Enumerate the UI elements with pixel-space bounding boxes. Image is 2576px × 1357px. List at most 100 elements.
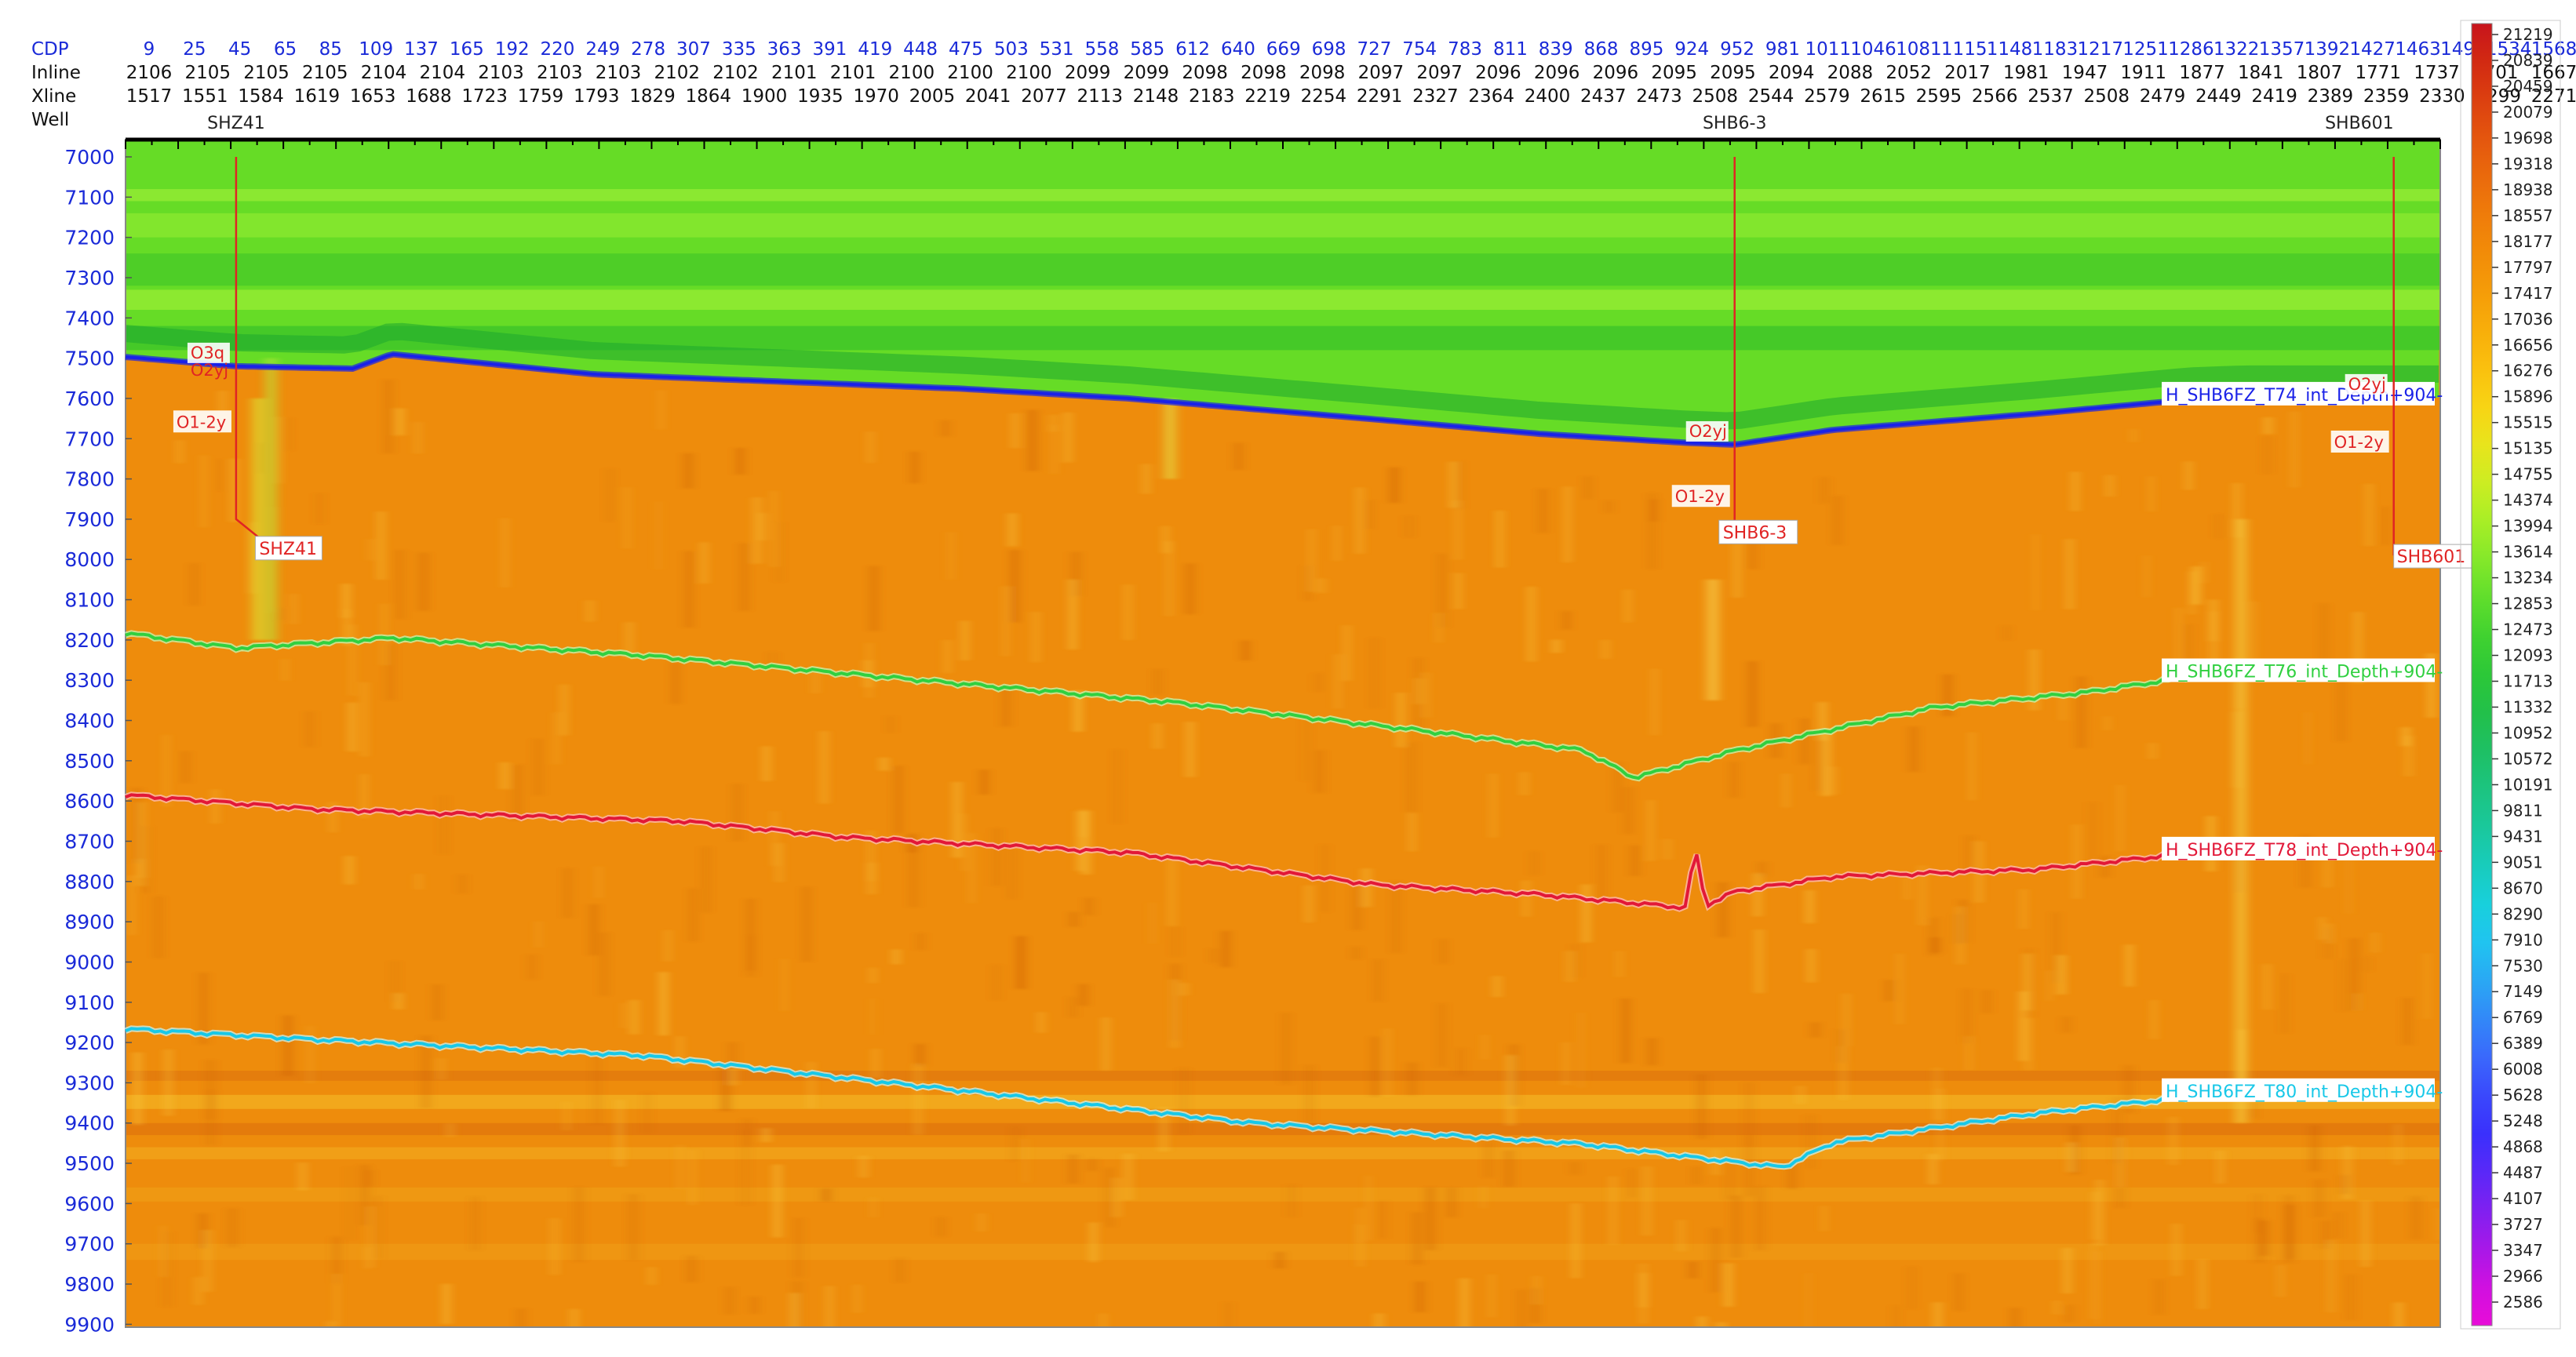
texture-streak <box>2265 436 2269 475</box>
horizon-label[interactable]: H_SHB6FZ_T74_int_Depth+904- <box>2162 381 2443 406</box>
texture-streak <box>129 875 134 936</box>
texture-streak <box>1642 1263 1645 1324</box>
texture-streak <box>474 1196 476 1251</box>
texture-streak <box>144 826 148 893</box>
texture-streak <box>1459 1048 1463 1076</box>
texture-streak <box>1649 799 1652 861</box>
texture-streak <box>565 1101 569 1130</box>
texture-streak <box>1911 726 1916 772</box>
header-inline-value: 2100 <box>889 63 935 83</box>
texture-streak <box>1372 638 1376 708</box>
texture-streak <box>1488 1141 1490 1178</box>
texture-streak <box>1243 640 1248 661</box>
y-tick-label: 8100 <box>64 589 115 612</box>
texture-streak <box>1335 654 1340 709</box>
texture-streak <box>1394 881 1397 953</box>
texture-streak <box>566 868 570 918</box>
texture-streak <box>1223 930 1229 967</box>
texture-streak <box>1512 1044 1516 1106</box>
y-tick-label: 7400 <box>64 307 115 329</box>
texture-streak <box>2328 923 2331 944</box>
texture-streak <box>2064 1247 2070 1293</box>
texture-streak <box>1011 849 1014 900</box>
horizon-label-text: H_SHB6FZ_T76_int_Depth+904- <box>2166 662 2443 682</box>
horizon-label-text: H_SHB6FZ_T80_int_Depth+904- <box>2166 1082 2443 1102</box>
texture-streak <box>1320 578 1324 594</box>
header-inline-value: 2088 <box>1827 63 1874 83</box>
colorbar-label: 6769 <box>2503 1008 2543 1027</box>
header-cdp-value: 895 <box>1629 39 1663 60</box>
texture-streak <box>1650 493 1654 569</box>
well-top-marker-text: O3q <box>191 344 224 362</box>
texture-streak <box>1428 1187 1433 1250</box>
texture-streak <box>1077 810 1082 871</box>
texture-streak <box>366 1247 369 1270</box>
texture-streak <box>1720 882 1726 937</box>
strata-band <box>126 289 2440 311</box>
header-cdp-value: 754 <box>1402 39 1437 60</box>
texture-streak <box>1666 839 1669 860</box>
header-cdp-value: 391 <box>812 39 847 60</box>
horizon-label-text: H_SHB6FZ_T74_int_Depth+904- <box>2166 386 2443 406</box>
header-cdp-value: 1183 <box>2032 39 2079 60</box>
plot-area[interactable] <box>126 140 2440 1354</box>
texture-streak <box>679 1144 681 1190</box>
horizon-label[interactable]: H_SHB6FZ_T76_int_Depth+904- <box>2162 658 2443 682</box>
header-cdp-value: 1046 <box>1850 39 1896 60</box>
texture-streak <box>945 639 950 674</box>
texture-streak <box>1029 409 1036 471</box>
colorbar-label: 18938 <box>2503 180 2553 199</box>
texture-streak <box>2349 1275 2353 1320</box>
header-inline-value: 2095 <box>1710 63 1756 83</box>
texture-streak <box>1456 573 1460 609</box>
texture-streak <box>2079 676 2083 748</box>
colorbar-label: 15515 <box>2503 413 2553 432</box>
well-mid-marker-text: O2yj <box>191 361 228 380</box>
y-tick-label: 7500 <box>64 347 115 370</box>
texture-streak <box>661 972 667 1036</box>
texture-streak <box>659 390 663 430</box>
texture-streak <box>284 658 286 682</box>
texture-streak <box>1117 749 1119 824</box>
texture-streak <box>2200 1259 2205 1309</box>
header-cdp-value: 448 <box>903 39 938 60</box>
texture-streak <box>796 1217 801 1278</box>
header-xline-value: 2327 <box>1412 86 1459 107</box>
header-cdp-value: 503 <box>994 39 1029 60</box>
texture-streak <box>2217 514 2221 539</box>
header-xline-value: 2479 <box>2140 86 2186 107</box>
horizon-label[interactable]: H_SHB6FZ_T78_int_Depth+904- <box>2162 836 2443 860</box>
y-tick-label: 9100 <box>64 991 115 1014</box>
seismic-section-chart[interactable]: CDP 9 25 45 65 85 109 137 165 192 220 249 278 307 335 3… <box>0 0 2576 1354</box>
texture-streak <box>1354 886 1359 930</box>
colorbar-label: 20079 <box>2503 103 2553 122</box>
texture-streak <box>1125 1153 1131 1201</box>
texture-streak <box>1367 1175 1370 1241</box>
texture-streak <box>1069 579 1076 650</box>
texture-streak <box>1437 613 1440 643</box>
texture-streak <box>658 501 660 569</box>
texture-streak <box>2068 1305 2071 1322</box>
texture-streak <box>530 955 534 980</box>
texture-streak <box>2414 1196 2418 1239</box>
header-inline-value: 2103 <box>596 63 642 83</box>
horizon-label[interactable]: H_SHB6FZ_T80_int_Depth+904- <box>2162 1078 2443 1102</box>
header-xline-value: 2330 <box>2419 86 2465 107</box>
texture-streak <box>1040 1012 1043 1033</box>
colorbar-label: 10191 <box>2503 775 2553 794</box>
y-tick-label: 7700 <box>64 427 115 450</box>
header-cdp-value: 278 <box>631 39 665 60</box>
header-inline-value: 2103 <box>537 63 583 83</box>
well-name-top: SHB601 <box>2325 114 2394 133</box>
texture-streak <box>1187 563 1193 614</box>
texture-streak <box>754 497 760 564</box>
header-xline-value: 2544 <box>1748 86 1794 107</box>
texture-streak <box>943 420 948 437</box>
texture-streak <box>319 493 321 524</box>
texture-streak <box>1573 944 1577 978</box>
texture-streak <box>286 417 289 451</box>
y-tick-label: 9400 <box>64 1112 115 1135</box>
texture-streak <box>630 1194 636 1261</box>
colorbar-ramp <box>2471 23 2493 1326</box>
texture-streak <box>741 543 747 611</box>
